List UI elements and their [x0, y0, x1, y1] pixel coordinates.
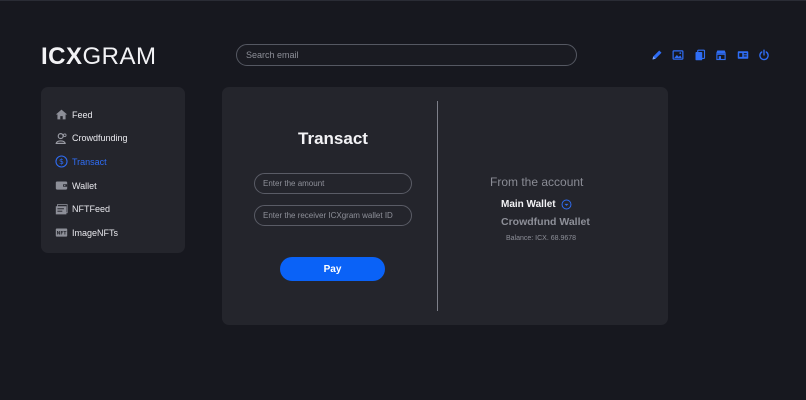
- sidebar-item-label: Wallet: [72, 180, 97, 191]
- vertical-divider: [437, 101, 438, 311]
- power-icon[interactable]: [758, 48, 771, 61]
- sidebar-item-transact[interactable]: $ Transact: [41, 150, 185, 174]
- people-icon: [54, 131, 68, 145]
- top-border: [0, 0, 806, 1]
- sidebar-item-label: Crowdfunding: [72, 133, 128, 144]
- amount-input[interactable]: [254, 173, 412, 194]
- sidebar-item-feed[interactable]: Feed: [41, 103, 185, 127]
- copy-icon[interactable]: [693, 48, 706, 61]
- sidebar-item-nftfeed[interactable]: NFTFeed: [41, 197, 185, 221]
- search-input[interactable]: [236, 44, 577, 66]
- sidebar-item-label: Feed: [72, 109, 93, 120]
- logo-bold-text: ICX: [41, 43, 83, 70]
- header-toolbar: [650, 48, 779, 61]
- pencil-icon[interactable]: [650, 48, 663, 61]
- sidebar: Feed Crowdfunding $ Transact Wallet NFTF…: [41, 87, 185, 253]
- transact-title: Transact: [298, 129, 368, 148]
- sidebar-item-wallet[interactable]: Wallet: [41, 174, 185, 198]
- dollar-icon: $: [54, 155, 68, 169]
- svg-text:NFT: NFT: [56, 231, 67, 237]
- image-nft-icon: NFT: [54, 226, 68, 240]
- main-wallet-label: Main Wallet: [501, 199, 556, 210]
- main-wallet-option[interactable]: Main Wallet: [501, 199, 572, 210]
- pay-button[interactable]: Pay: [280, 257, 385, 281]
- sidebar-item-label: ImageNFTs: [72, 227, 119, 238]
- chevron-down-icon[interactable]: [561, 199, 572, 210]
- nft-feed-icon: [54, 202, 68, 216]
- sidebar-item-crowdfunding[interactable]: Crowdfunding: [41, 127, 185, 151]
- logo-light-text: GRAM: [82, 43, 157, 70]
- wallet-icon: [54, 179, 68, 193]
- store-icon[interactable]: [715, 48, 728, 61]
- app-logo[interactable]: ICXGRAM: [41, 43, 157, 71]
- sidebar-item-label: Transact: [72, 156, 107, 167]
- sidebar-item-imagenfts[interactable]: NFT ImageNFTs: [41, 221, 185, 245]
- crowdfund-wallet-option[interactable]: Crowdfund Wallet: [501, 216, 590, 228]
- home-icon: [54, 108, 68, 122]
- balance-text: Balance: ICX. 68.9678: [506, 235, 577, 242]
- sidebar-item-label: NFTFeed: [72, 204, 111, 215]
- from-account-label: From the account: [490, 175, 584, 189]
- transact-card: Transact Pay From the account Main Walle…: [222, 87, 668, 325]
- svg-text:$: $: [59, 158, 64, 167]
- receiver-wallet-input[interactable]: [254, 205, 412, 226]
- image-icon[interactable]: [672, 48, 685, 61]
- wallet-card-icon[interactable]: [736, 48, 749, 61]
